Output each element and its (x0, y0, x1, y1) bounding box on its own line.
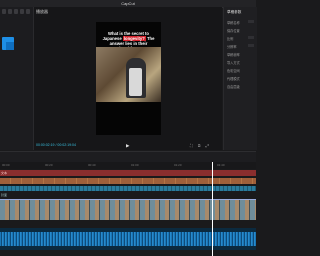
text-track-label: 文本 (1, 171, 8, 175)
ruler-label: 00:00 (2, 163, 10, 167)
ruler-label: 00:20 (45, 163, 53, 167)
property-row: 导入方式 (227, 61, 240, 65)
media-tab[interactable] (2, 9, 6, 14)
property-value[interactable] (248, 44, 254, 47)
text-track-clip[interactable] (0, 170, 256, 176)
preview-header: 播放器 (36, 9, 48, 14)
property-row: 分辨率 (227, 45, 237, 49)
property-row: 自由层级 (227, 85, 240, 89)
audio-waveform (0, 232, 256, 246)
caption-track-clips[interactable] (0, 178, 256, 184)
property-row: 代理模式 (227, 77, 240, 81)
effects-tab[interactable] (26, 9, 30, 14)
property-row: 比例 (227, 37, 234, 41)
media-panel (0, 7, 34, 150)
property-value[interactable] (248, 20, 254, 23)
sticker-track-clips[interactable] (0, 186, 256, 191)
video-track-label: 封面 (1, 193, 8, 197)
property-row: 色彩空间 (227, 69, 240, 73)
properties-title: 草稿参数 (227, 10, 242, 14)
media-thumbnail-overlay (6, 42, 14, 50)
property-value[interactable] (248, 36, 254, 39)
ruler-label: 01:40 (217, 163, 225, 167)
ruler-label: 00:40 (88, 163, 96, 167)
playhead[interactable] (212, 162, 213, 256)
property-row: 保存位置 (227, 29, 240, 33)
video-track-clips[interactable] (0, 199, 256, 220)
ruler-label: 01:20 (174, 163, 182, 167)
property-row: 草稿帧率 (227, 53, 240, 57)
play-button[interactable]: ▶ (126, 143, 129, 149)
property-row: 草稿名称 (227, 21, 240, 25)
audio-tab[interactable] (8, 9, 12, 14)
text-tab[interactable] (14, 9, 18, 14)
preview-tools[interactable]: ⛶ ⊡ ⤢ (190, 143, 211, 148)
sticker-tab[interactable] (20, 9, 24, 14)
person-apron (129, 68, 142, 96)
ruler-label: 01:00 (131, 163, 139, 167)
app-title: CapCut (121, 1, 135, 6)
time-readout: 00:00:02:19 / 00:02:19:04 (36, 143, 76, 147)
